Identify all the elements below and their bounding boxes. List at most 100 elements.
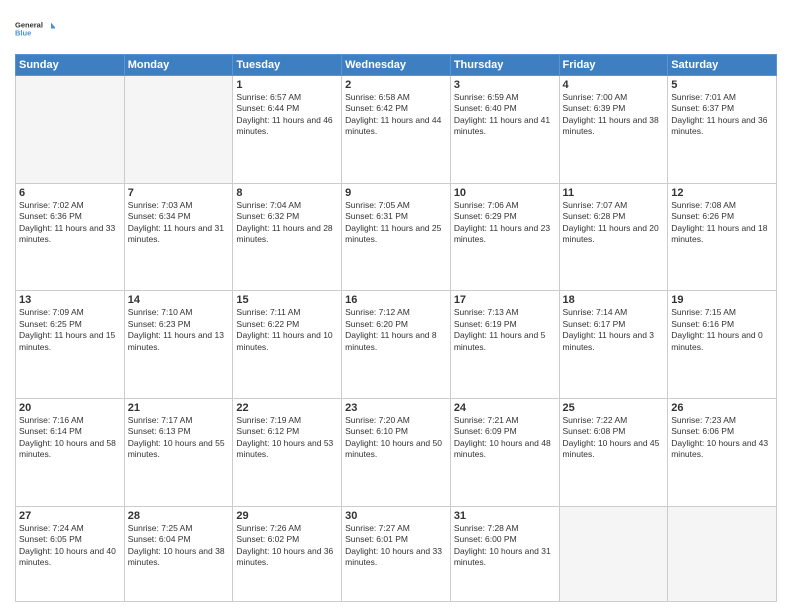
calendar-week-row: 13Sunrise: 7:09 AMSunset: 6:25 PMDayligh… [16,291,777,399]
calendar-day-cell: 19Sunrise: 7:15 AMSunset: 6:16 PMDayligh… [668,291,777,399]
day-number: 16 [345,294,447,306]
day-number: 17 [454,294,556,306]
day-info: Sunrise: 7:19 AMSunset: 6:12 PMDaylight:… [236,415,338,461]
day-info: Sunrise: 6:58 AMSunset: 6:42 PMDaylight:… [345,92,447,138]
weekday-header-cell: Sunday [16,55,125,76]
day-info: Sunrise: 7:24 AMSunset: 6:05 PMDaylight:… [19,523,121,569]
weekday-header-cell: Thursday [450,55,559,76]
day-number: 26 [671,402,773,414]
day-info: Sunrise: 7:00 AMSunset: 6:39 PMDaylight:… [563,92,665,138]
calendar-day-cell: 8Sunrise: 7:04 AMSunset: 6:32 PMDaylight… [233,183,342,291]
calendar-day-cell: 3Sunrise: 6:59 AMSunset: 6:40 PMDaylight… [450,76,559,184]
day-info: Sunrise: 7:27 AMSunset: 6:01 PMDaylight:… [345,523,447,569]
day-info: Sunrise: 6:59 AMSunset: 6:40 PMDaylight:… [454,92,556,138]
day-info: Sunrise: 7:22 AMSunset: 6:08 PMDaylight:… [563,415,665,461]
day-info: Sunrise: 7:12 AMSunset: 6:20 PMDaylight:… [345,307,447,353]
calendar-day-cell: 29Sunrise: 7:26 AMSunset: 6:02 PMDayligh… [233,506,342,601]
day-info: Sunrise: 6:57 AMSunset: 6:44 PMDaylight:… [236,92,338,138]
calendar-day-cell: 18Sunrise: 7:14 AMSunset: 6:17 PMDayligh… [559,291,668,399]
day-info: Sunrise: 7:04 AMSunset: 6:32 PMDaylight:… [236,200,338,246]
day-number: 7 [128,187,230,199]
day-number: 24 [454,402,556,414]
calendar-day-cell: 22Sunrise: 7:19 AMSunset: 6:12 PMDayligh… [233,398,342,506]
day-number: 11 [563,187,665,199]
calendar-day-cell [16,76,125,184]
day-number: 10 [454,187,556,199]
day-info: Sunrise: 7:26 AMSunset: 6:02 PMDaylight:… [236,523,338,569]
logo-svg: General Blue [15,10,55,48]
calendar-day-cell: 26Sunrise: 7:23 AMSunset: 6:06 PMDayligh… [668,398,777,506]
calendar-body: 1Sunrise: 6:57 AMSunset: 6:44 PMDaylight… [16,76,777,602]
day-info: Sunrise: 7:23 AMSunset: 6:06 PMDaylight:… [671,415,773,461]
calendar-day-cell: 12Sunrise: 7:08 AMSunset: 6:26 PMDayligh… [668,183,777,291]
weekday-header-cell: Saturday [668,55,777,76]
day-number: 20 [19,402,121,414]
calendar-day-cell: 24Sunrise: 7:21 AMSunset: 6:09 PMDayligh… [450,398,559,506]
calendar-day-cell: 9Sunrise: 7:05 AMSunset: 6:31 PMDaylight… [342,183,451,291]
calendar-week-row: 1Sunrise: 6:57 AMSunset: 6:44 PMDaylight… [16,76,777,184]
calendar-day-cell [124,76,233,184]
day-number: 22 [236,402,338,414]
day-number: 5 [671,79,773,91]
weekday-header-row: SundayMondayTuesdayWednesdayThursdayFrid… [16,55,777,76]
day-number: 3 [454,79,556,91]
day-info: Sunrise: 7:07 AMSunset: 6:28 PMDaylight:… [563,200,665,246]
calendar-week-row: 6Sunrise: 7:02 AMSunset: 6:36 PMDaylight… [16,183,777,291]
calendar-day-cell: 16Sunrise: 7:12 AMSunset: 6:20 PMDayligh… [342,291,451,399]
day-number: 13 [19,294,121,306]
calendar-day-cell: 31Sunrise: 7:28 AMSunset: 6:00 PMDayligh… [450,506,559,601]
weekday-header-cell: Wednesday [342,55,451,76]
day-info: Sunrise: 7:08 AMSunset: 6:26 PMDaylight:… [671,200,773,246]
calendar-day-cell: 20Sunrise: 7:16 AMSunset: 6:14 PMDayligh… [16,398,125,506]
day-info: Sunrise: 7:14 AMSunset: 6:17 PMDaylight:… [563,307,665,353]
weekday-header-cell: Tuesday [233,55,342,76]
day-info: Sunrise: 7:17 AMSunset: 6:13 PMDaylight:… [128,415,230,461]
calendar-table: SundayMondayTuesdayWednesdayThursdayFrid… [15,54,777,602]
day-number: 6 [19,187,121,199]
day-number: 18 [563,294,665,306]
calendar-day-cell: 10Sunrise: 7:06 AMSunset: 6:29 PMDayligh… [450,183,559,291]
page: General Blue SundayMondayTuesdayWednesda… [0,0,792,612]
calendar-day-cell: 28Sunrise: 7:25 AMSunset: 6:04 PMDayligh… [124,506,233,601]
day-number: 2 [345,79,447,91]
calendar-day-cell: 5Sunrise: 7:01 AMSunset: 6:37 PMDaylight… [668,76,777,184]
svg-text:Blue: Blue [15,29,31,38]
calendar-day-cell: 27Sunrise: 7:24 AMSunset: 6:05 PMDayligh… [16,506,125,601]
calendar-day-cell: 30Sunrise: 7:27 AMSunset: 6:01 PMDayligh… [342,506,451,601]
calendar-day-cell: 17Sunrise: 7:13 AMSunset: 6:19 PMDayligh… [450,291,559,399]
day-number: 19 [671,294,773,306]
day-info: Sunrise: 7:10 AMSunset: 6:23 PMDaylight:… [128,307,230,353]
calendar-week-row: 20Sunrise: 7:16 AMSunset: 6:14 PMDayligh… [16,398,777,506]
logo: General Blue [15,10,55,48]
day-number: 9 [345,187,447,199]
calendar-day-cell: 6Sunrise: 7:02 AMSunset: 6:36 PMDaylight… [16,183,125,291]
day-number: 28 [128,510,230,522]
day-info: Sunrise: 7:03 AMSunset: 6:34 PMDaylight:… [128,200,230,246]
day-info: Sunrise: 7:02 AMSunset: 6:36 PMDaylight:… [19,200,121,246]
day-info: Sunrise: 7:21 AMSunset: 6:09 PMDaylight:… [454,415,556,461]
calendar-day-cell: 23Sunrise: 7:20 AMSunset: 6:10 PMDayligh… [342,398,451,506]
day-number: 29 [236,510,338,522]
day-number: 30 [345,510,447,522]
day-number: 23 [345,402,447,414]
calendar-day-cell [668,506,777,601]
day-info: Sunrise: 7:16 AMSunset: 6:14 PMDaylight:… [19,415,121,461]
day-number: 25 [563,402,665,414]
calendar-day-cell: 14Sunrise: 7:10 AMSunset: 6:23 PMDayligh… [124,291,233,399]
calendar-day-cell: 13Sunrise: 7:09 AMSunset: 6:25 PMDayligh… [16,291,125,399]
calendar-day-cell: 4Sunrise: 7:00 AMSunset: 6:39 PMDaylight… [559,76,668,184]
day-info: Sunrise: 7:06 AMSunset: 6:29 PMDaylight:… [454,200,556,246]
calendar-day-cell: 15Sunrise: 7:11 AMSunset: 6:22 PMDayligh… [233,291,342,399]
calendar-day-cell: 21Sunrise: 7:17 AMSunset: 6:13 PMDayligh… [124,398,233,506]
day-info: Sunrise: 7:20 AMSunset: 6:10 PMDaylight:… [345,415,447,461]
calendar-day-cell: 2Sunrise: 6:58 AMSunset: 6:42 PMDaylight… [342,76,451,184]
day-number: 15 [236,294,338,306]
day-info: Sunrise: 7:13 AMSunset: 6:19 PMDaylight:… [454,307,556,353]
calendar-day-cell: 11Sunrise: 7:07 AMSunset: 6:28 PMDayligh… [559,183,668,291]
day-number: 27 [19,510,121,522]
calendar-day-cell: 1Sunrise: 6:57 AMSunset: 6:44 PMDaylight… [233,76,342,184]
day-info: Sunrise: 7:01 AMSunset: 6:37 PMDaylight:… [671,92,773,138]
day-number: 8 [236,187,338,199]
day-info: Sunrise: 7:09 AMSunset: 6:25 PMDaylight:… [19,307,121,353]
day-info: Sunrise: 7:11 AMSunset: 6:22 PMDaylight:… [236,307,338,353]
